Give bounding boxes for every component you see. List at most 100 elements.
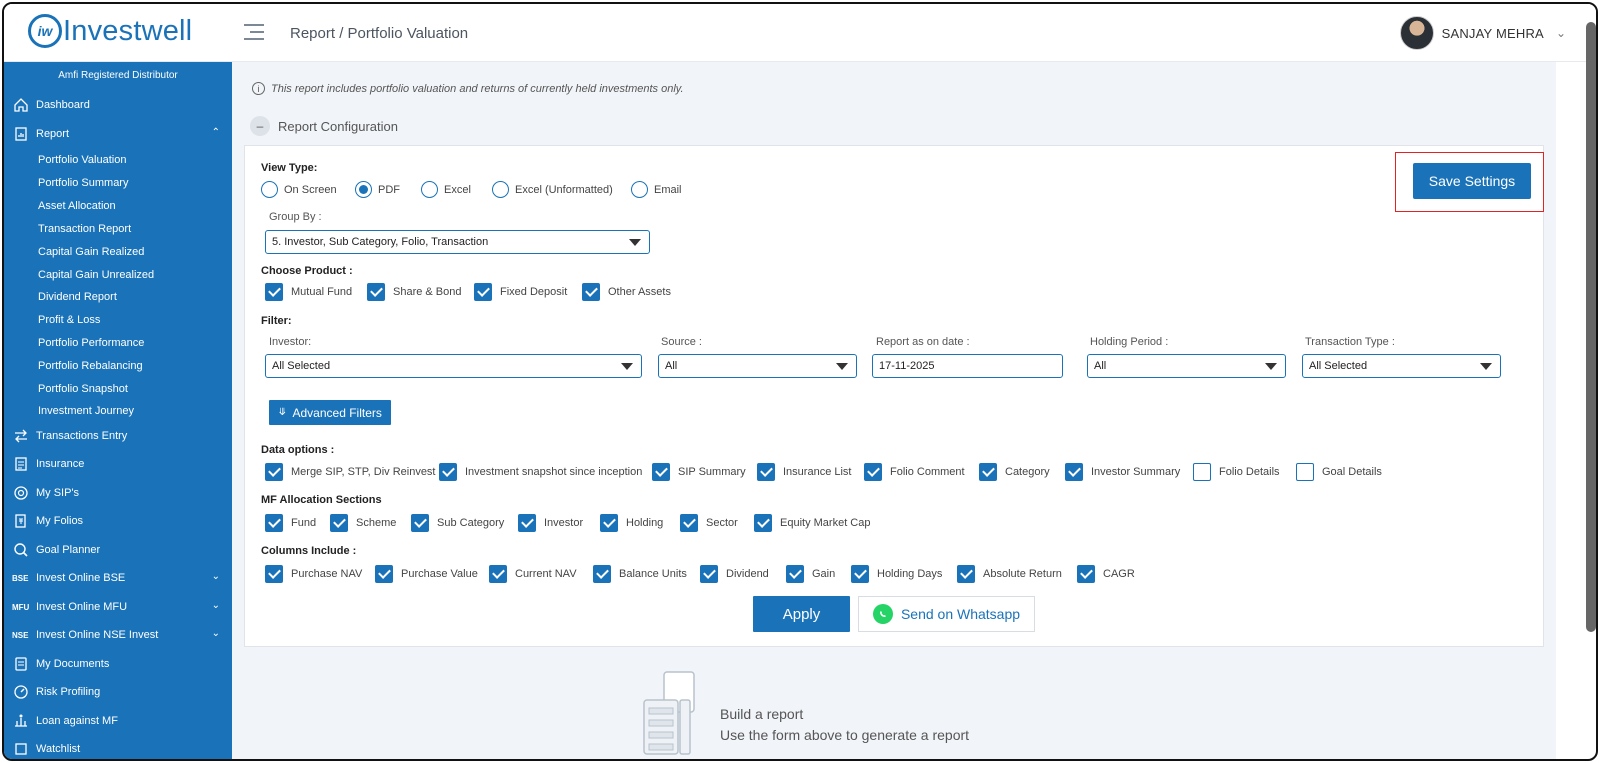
radio-icon bbox=[631, 181, 648, 198]
sidebar-item-label: Watchlist bbox=[36, 743, 81, 755]
sidebar-subitem-portfolio-snapshot[interactable]: Portfolio Snapshot bbox=[38, 383, 128, 395]
column-current-nav[interactable]: Current NAV bbox=[489, 565, 577, 583]
collapse-icon[interactable]: – bbox=[250, 116, 270, 136]
column-gain[interactable]: Gain bbox=[786, 565, 835, 583]
sidebar-item-my-folios[interactable]: My Folios bbox=[12, 510, 224, 532]
product-fixed-deposit-checkbox[interactable]: Fixed Deposit bbox=[474, 283, 567, 301]
sidebar-subitem-capital-gain-realized[interactable]: Capital Gain Realized bbox=[38, 246, 144, 258]
mf-allocation-sector[interactable]: Sector bbox=[680, 514, 738, 532]
report-configuration-toggle[interactable]: – Report Configuration bbox=[250, 116, 398, 136]
product-mutual-fund-checkbox[interactable]: Mutual Fund bbox=[265, 283, 352, 301]
checkbox-label: Fixed Deposit bbox=[500, 286, 568, 298]
sidebar-subitem-portfolio-valuation[interactable]: Portfolio Valuation bbox=[38, 154, 126, 166]
sidebar-subitem-portfolio-summary[interactable]: Portfolio Summary bbox=[38, 177, 128, 189]
sidebar-item-insurance[interactable]: Insurance bbox=[12, 453, 224, 475]
sidebar-subitem-portfolio-rebalancing[interactable]: Portfolio Rebalancing bbox=[38, 360, 143, 372]
data-option-investment-snapshot[interactable]: Investment snapshot since inception bbox=[439, 463, 642, 481]
menu-toggle-icon[interactable] bbox=[244, 24, 264, 42]
sidebar-subitem-profit-loss[interactable]: Profit & Loss bbox=[38, 314, 100, 326]
sidebar-item-label: My Folios bbox=[36, 515, 84, 527]
sidebar-subitem-asset-allocation[interactable]: Asset Allocation bbox=[38, 200, 116, 212]
holding-period-select[interactable]: All bbox=[1087, 354, 1286, 378]
transfer-icon bbox=[12, 427, 30, 445]
data-option-investor-summary[interactable]: Investor Summary bbox=[1065, 463, 1180, 481]
column-balance-units[interactable]: Balance Units bbox=[593, 565, 687, 583]
product-share-bond-checkbox[interactable]: Share & Bond bbox=[367, 283, 462, 301]
select-value: 5. Investor, Sub Category, Folio, Transa… bbox=[272, 236, 489, 248]
view-type-excel-unformatted[interactable]: Excel (Unformatted) bbox=[492, 181, 613, 198]
advanced-filters-button[interactable]: ⤋ Advanced Filters bbox=[269, 400, 391, 425]
view-type-excel[interactable]: Excel bbox=[421, 181, 471, 198]
sidebar-item-my-documents[interactable]: My Documents bbox=[12, 653, 224, 675]
sidebar-item-dashboard[interactable]: Dashboard bbox=[12, 94, 224, 116]
view-type-pdf[interactable]: PDF bbox=[355, 181, 400, 198]
mf-allocation-equity-market-cap[interactable]: Equity Market Cap bbox=[754, 514, 870, 532]
sidebar-item-risk-profiling[interactable]: Risk Profiling bbox=[12, 681, 224, 703]
transaction-type-select[interactable]: All Selected bbox=[1302, 354, 1501, 378]
mfu-icon: MFU bbox=[12, 602, 30, 612]
group-by-label: Group By : bbox=[269, 211, 322, 223]
mf-allocation-fund[interactable]: Fund bbox=[265, 514, 316, 532]
home-icon bbox=[12, 96, 30, 114]
column-cagr[interactable]: CAGR bbox=[1077, 565, 1135, 583]
column-absolute-return[interactable]: Absolute Return bbox=[957, 565, 1062, 583]
sidebar-subitem-dividend-report[interactable]: Dividend Report bbox=[38, 291, 117, 303]
data-option-folio-comment[interactable]: Folio Comment bbox=[864, 463, 965, 481]
checkbox-label: Insurance List bbox=[783, 466, 852, 478]
info-icon: i bbox=[252, 82, 265, 95]
apply-button[interactable]: Apply bbox=[753, 596, 850, 632]
source-select[interactable]: All bbox=[658, 354, 857, 378]
chevron-down-icon: ⌄ bbox=[211, 571, 220, 582]
checkbox-label: Sub Category bbox=[437, 517, 505, 529]
data-option-goal-details[interactable]: Goal Details bbox=[1296, 463, 1382, 481]
checkbox-checked-icon bbox=[593, 565, 611, 583]
sidebar-item-invest-online-nse[interactable]: NSE Invest Online NSE Invest ⌄ bbox=[12, 624, 224, 646]
sidebar-subitem-investment-journey[interactable]: Investment Journey bbox=[38, 405, 134, 417]
investor-select[interactable]: All Selected bbox=[265, 354, 642, 378]
data-option-folio-details[interactable]: Folio Details bbox=[1193, 463, 1280, 481]
column-dividend[interactable]: Dividend bbox=[700, 565, 769, 583]
sidebar-item-transactions-entry[interactable]: Transactions Entry bbox=[12, 425, 224, 447]
sidebar-item-loan-against-mf[interactable]: Loan against MF bbox=[12, 710, 224, 732]
send-whatsapp-button[interactable]: Send on Whatsapp bbox=[858, 596, 1035, 632]
investwell-logo[interactable]: iw Investwell bbox=[28, 14, 192, 48]
sidebar-item-label: Invest Online NSE Invest bbox=[36, 629, 159, 641]
data-option-sip-summary[interactable]: SIP Summary bbox=[652, 463, 746, 481]
mf-allocation-sub-category[interactable]: Sub Category bbox=[411, 514, 504, 532]
column-purchase-value[interactable]: Purchase Value bbox=[375, 565, 478, 583]
checkbox-label: Fund bbox=[291, 517, 317, 529]
page-scrollbar[interactable] bbox=[1586, 22, 1596, 632]
sidebar-item-invest-online-bse[interactable]: BSE Invest Online BSE ⌄ bbox=[12, 567, 224, 589]
save-settings-button[interactable]: Save Settings bbox=[1413, 163, 1531, 199]
sidebar-subitem-capital-gain-unrealized[interactable]: Capital Gain Unrealized bbox=[38, 269, 154, 281]
group-by-select[interactable]: 5. Investor, Sub Category, Folio, Transa… bbox=[265, 230, 650, 254]
mf-allocation-investor[interactable]: Investor bbox=[518, 514, 583, 532]
user-menu[interactable]: SANJAY MEHRA ⌄ bbox=[1399, 16, 1566, 50]
checkbox-label: Holding bbox=[626, 517, 664, 529]
column-purchase-nav[interactable]: Purchase NAV bbox=[265, 565, 362, 583]
app-window: iw Investwell Report / Portfolio Valuati… bbox=[2, 2, 1598, 761]
sidebar-item-watchlist[interactable]: Watchlist bbox=[12, 738, 224, 759]
view-type-on-screen[interactable]: On Screen bbox=[261, 181, 337, 198]
checkbox-label: Investment snapshot since inception bbox=[465, 466, 643, 478]
sidebar-item-label: My SIP's bbox=[36, 487, 80, 499]
checkbox-label: Mutual Fund bbox=[291, 286, 353, 298]
data-option-category[interactable]: Category bbox=[979, 463, 1050, 481]
sidebar-subitem-transaction-report[interactable]: Transaction Report bbox=[38, 223, 131, 235]
report-date-input[interactable]: 17-11-2025 bbox=[872, 354, 1063, 378]
product-other-assets-checkbox[interactable]: Other Assets bbox=[582, 283, 671, 301]
data-option-insurance-list[interactable]: Insurance List bbox=[757, 463, 851, 481]
data-option-merge-sip[interactable]: Merge SIP, STP, Div Reinvest bbox=[265, 463, 436, 481]
sidebar-item-my-sips[interactable]: My SIP's bbox=[12, 482, 224, 504]
sidebar-item-goal-planner[interactable]: Goal Planner bbox=[12, 539, 224, 561]
sidebar-subitem-portfolio-performance[interactable]: Portfolio Performance bbox=[38, 337, 144, 349]
checkbox-checked-icon bbox=[265, 463, 283, 481]
sidebar-item-label: Risk Profiling bbox=[36, 686, 101, 698]
mf-allocation-scheme[interactable]: Scheme bbox=[330, 514, 396, 532]
sidebar-item-report[interactable]: Report ⌃ bbox=[12, 123, 224, 145]
sidebar-item-invest-online-mfu[interactable]: MFU Invest Online MFU ⌄ bbox=[12, 596, 224, 618]
view-type-email[interactable]: Email bbox=[631, 181, 682, 198]
logo-mark-icon: iw bbox=[28, 14, 62, 48]
mf-allocation-holding[interactable]: Holding bbox=[600, 514, 663, 532]
column-holding-days[interactable]: Holding Days bbox=[851, 565, 942, 583]
